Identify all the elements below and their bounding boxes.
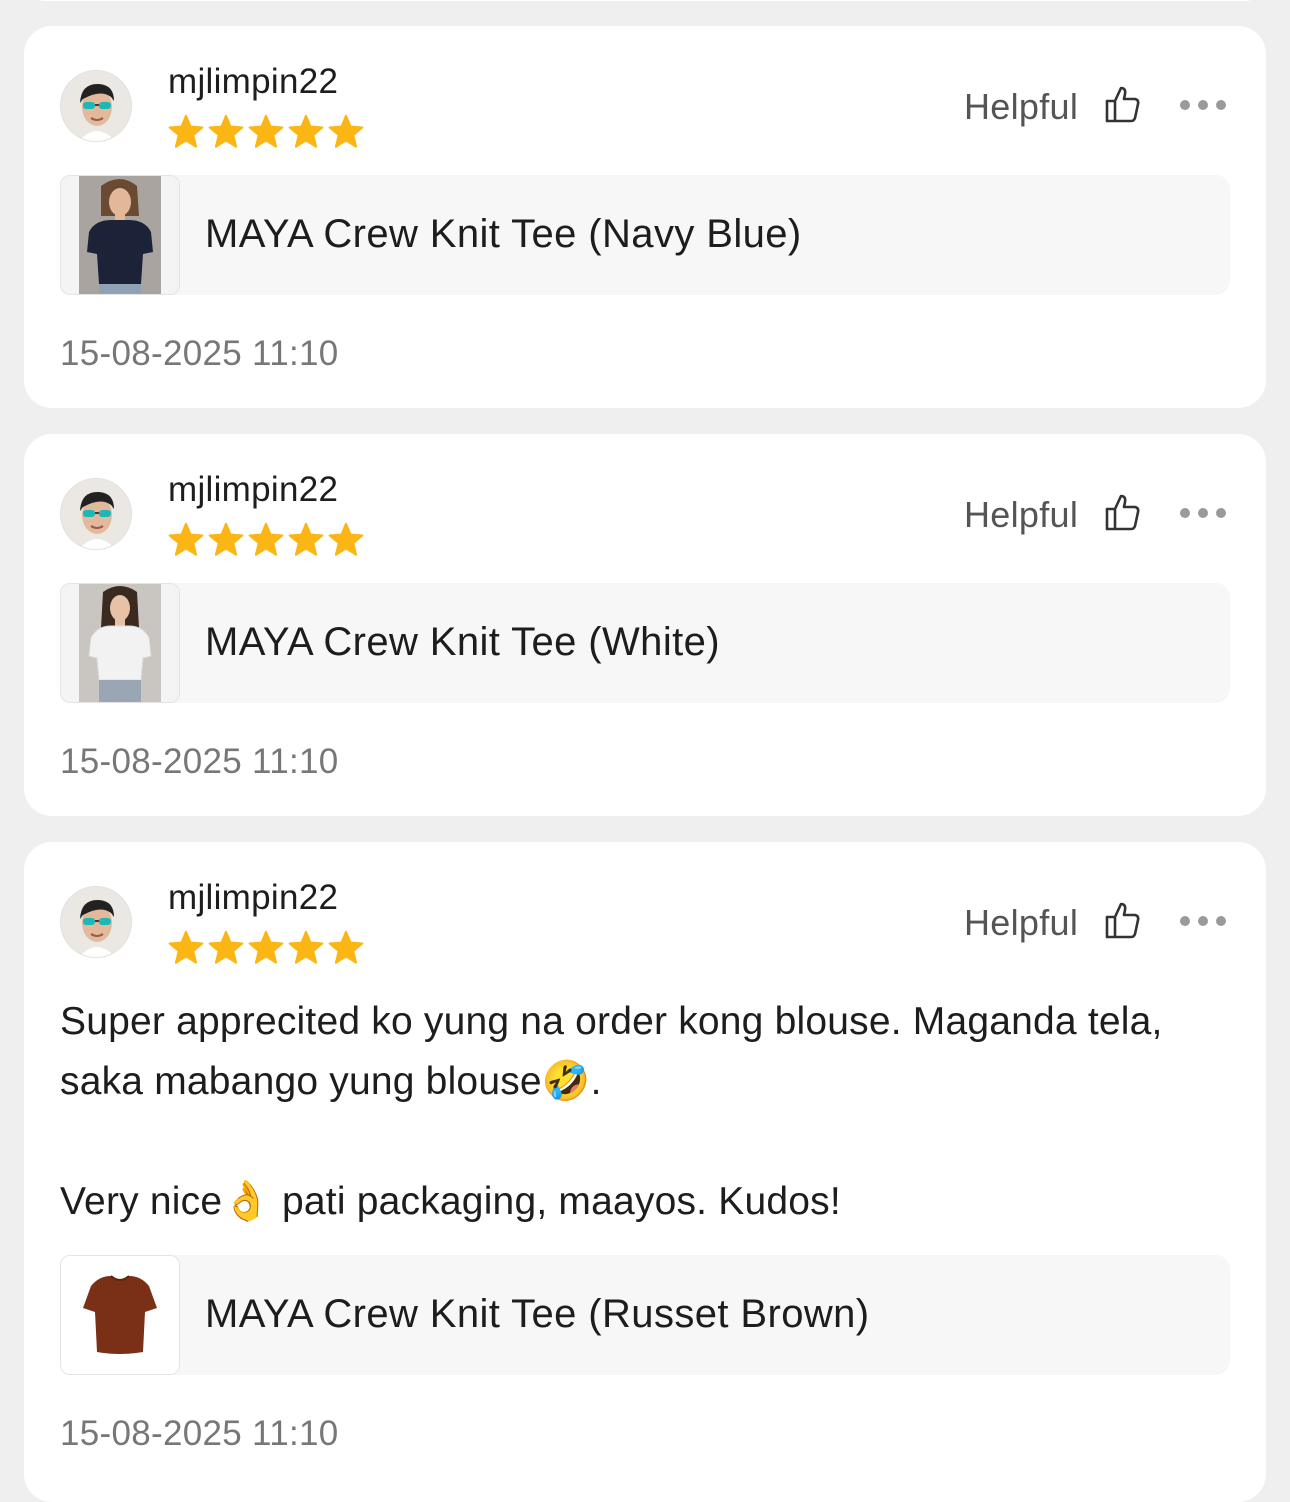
review-card: mjlimpin22 Helpful MAYA Crew Knit Tee (W… (24, 434, 1266, 816)
star-icon (208, 930, 244, 964)
star-rating (167, 522, 365, 558)
star-icon (208, 114, 244, 148)
product-name: MAYA Crew Knit Tee (Navy Blue) (205, 212, 802, 256)
star-icon (168, 930, 204, 964)
star-icon (328, 114, 364, 148)
review-card: mjlimpin22 Helpful MAYA Crew Knit Tee (N… (24, 26, 1266, 408)
product-link[interactable]: MAYA Crew Knit Tee (White) (60, 583, 1230, 703)
thumbs-up-icon[interactable] (1104, 900, 1140, 945)
helpful-label[interactable]: Helpful (964, 494, 1078, 536)
review-date: 15-08-2025 11:10 (60, 334, 339, 373)
product-name: MAYA Crew Knit Tee (White) (205, 620, 720, 664)
star-icon (288, 930, 324, 964)
star-rating (167, 114, 365, 150)
star-icon (288, 114, 324, 148)
star-icon (248, 114, 284, 148)
reviewer-username: mjlimpin22 (168, 62, 339, 101)
product-thumbnail (60, 175, 180, 295)
star-icon (248, 522, 284, 556)
review-date: 15-08-2025 11:10 (60, 742, 339, 781)
star-icon (208, 522, 244, 556)
reviewer-username: mjlimpin22 (168, 878, 339, 917)
reviewer-username: mjlimpin22 (168, 470, 339, 509)
product-thumbnail (60, 583, 180, 703)
helpful-label[interactable]: Helpful (964, 86, 1078, 128)
review-card: mjlimpin22 Helpful Super apprecited ko y… (24, 842, 1266, 1502)
more-options-icon[interactable] (1180, 100, 1226, 110)
product-link[interactable]: MAYA Crew Knit Tee (Navy Blue) (60, 175, 1230, 295)
more-options-icon[interactable] (1180, 916, 1226, 926)
star-rating (167, 930, 365, 966)
star-icon (168, 522, 204, 556)
review-date: 15-08-2025 11:10 (60, 1414, 339, 1453)
star-icon (328, 522, 364, 556)
more-options-icon[interactable] (1180, 508, 1226, 518)
avatar[interactable] (60, 478, 132, 550)
star-icon (168, 114, 204, 148)
star-icon (288, 522, 324, 556)
avatar[interactable] (60, 886, 132, 958)
thumbs-up-icon[interactable] (1104, 84, 1140, 129)
thumbs-up-icon[interactable] (1104, 492, 1140, 537)
avatar[interactable] (60, 70, 132, 142)
review-text: Super apprecited ko yung na order kong b… (60, 1000, 1163, 1223)
product-link[interactable]: MAYA Crew Knit Tee (Russet Brown) (60, 1255, 1230, 1375)
product-thumbnail (60, 1255, 180, 1375)
star-icon (248, 930, 284, 964)
product-name: MAYA Crew Knit Tee (Russet Brown) (205, 1292, 870, 1336)
helpful-label[interactable]: Helpful (964, 902, 1078, 944)
previous-card-edge (24, 0, 1266, 1)
star-icon (328, 930, 364, 964)
